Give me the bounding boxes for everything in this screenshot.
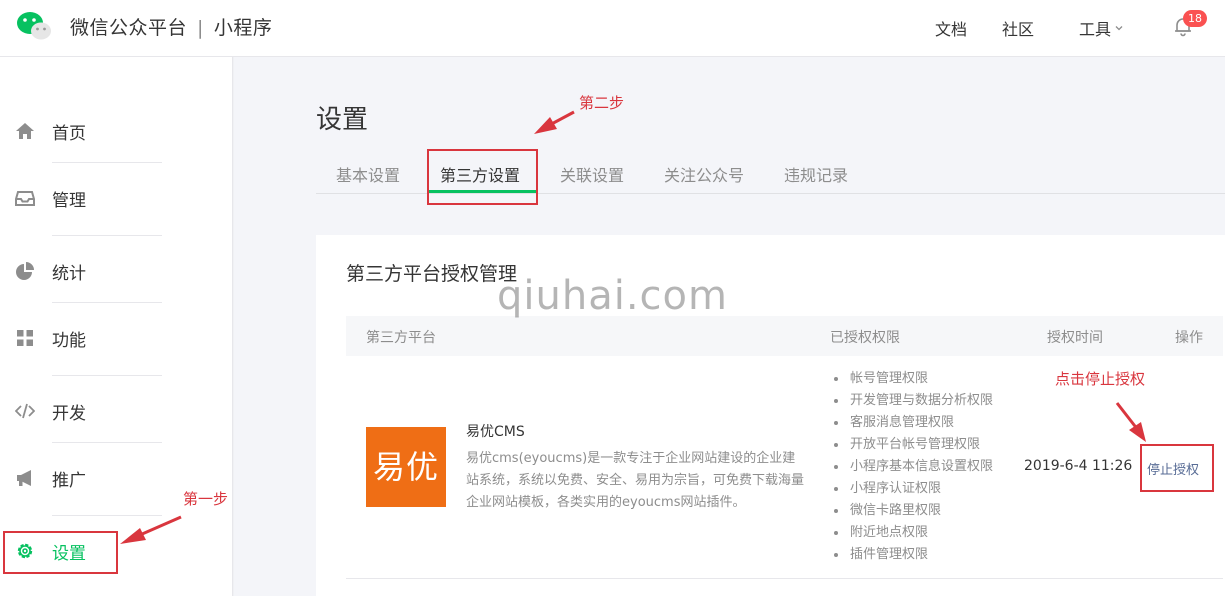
megaphone-icon xyxy=(17,470,31,486)
home-icon xyxy=(16,123,34,139)
tab-follow-official-account[interactable]: 关注公众号 xyxy=(664,162,744,186)
app-description: 易优cms(eyoucms)是一款专注于企业网站建设的企业建站系统，系统以免费、… xyxy=(466,451,805,510)
annotation-step2: 第二步 xyxy=(579,94,625,112)
annotation-step1: 第一步 xyxy=(183,490,229,508)
list-item: 微信卡路里权限 xyxy=(833,500,993,522)
annotation-box-settings xyxy=(3,531,118,574)
sidebar-divider xyxy=(52,515,162,516)
list-item: 开放平台帐号管理权限 xyxy=(833,434,993,456)
sidebar-item-features[interactable]: 功能 xyxy=(0,313,232,363)
sidebar-divider xyxy=(52,375,162,376)
code-icon xyxy=(15,403,35,419)
tab-association-settings[interactable]: 关联设置 xyxy=(560,162,624,186)
list-item: 开发管理与数据分析权限 xyxy=(833,390,993,412)
top-header: 微信公众平台 | 小程序 文档 社区 工具 18 xyxy=(0,0,1225,57)
permission-list: 帐号管理权限 开发管理与数据分析权限 客服消息管理权限 开放平台帐号管理权限 小… xyxy=(833,368,993,566)
sidebar-item-develop[interactable]: 开发 xyxy=(0,386,232,436)
row-divider xyxy=(346,578,1223,579)
column-header-permissions: 已授权权限 xyxy=(830,330,900,346)
sidebar-divider xyxy=(52,235,162,236)
column-header-action: 操作 xyxy=(1175,330,1203,346)
nav-docs-link[interactable]: 文档 xyxy=(935,16,967,40)
sidebar-item-label: 管理 xyxy=(52,191,86,211)
authorization-card xyxy=(316,235,1225,596)
brand-separator: | xyxy=(197,17,204,39)
sidebar-item-label: 统计 xyxy=(52,264,86,284)
column-header-auth-time: 授权时间 xyxy=(1047,330,1103,346)
sidebar-divider xyxy=(52,302,162,303)
brand-title: 微信公众平台 | 小程序 xyxy=(70,13,272,40)
sidebar-item-label: 首页 xyxy=(52,124,86,144)
notification-badge: 18 xyxy=(1183,10,1207,27)
annotation-box-stop-auth xyxy=(1140,444,1214,492)
platform-name: 微信公众平台 xyxy=(70,17,188,39)
list-item: 小程序基本信息设置权限 xyxy=(833,456,993,478)
inbox-icon xyxy=(15,191,35,206)
list-item: 客服消息管理权限 xyxy=(833,412,993,434)
grid-icon xyxy=(17,330,33,346)
sidebar-item-manage[interactable]: 管理 xyxy=(0,173,232,223)
sidebar-item-stats[interactable]: 统计 xyxy=(0,246,232,296)
list-item: 小程序认证权限 xyxy=(833,478,993,500)
list-item: 帐号管理权限 xyxy=(833,368,993,390)
pie-chart-icon xyxy=(16,262,34,280)
card-title: 第三方平台授权管理 xyxy=(346,263,518,285)
auth-time: 2019-6-4 11:26 xyxy=(1024,458,1133,474)
page-title: 设置 xyxy=(316,105,369,135)
product-name: 小程序 xyxy=(213,17,273,39)
nav-tools-label: 工具 xyxy=(1079,20,1112,39)
sidebar-item-home[interactable]: 首页 xyxy=(0,106,232,156)
annotation-step3: 点击停止授权 xyxy=(1055,370,1146,388)
nav-tools-menu[interactable]: 工具 xyxy=(1079,16,1123,40)
annotation-box-third-party-tab xyxy=(427,149,538,205)
watermark: qiuhai.com xyxy=(497,273,728,319)
wechat-logo-icon[interactable] xyxy=(16,11,52,41)
nav-community-link[interactable]: 社区 xyxy=(1002,16,1034,40)
sidebar-item-label: 开发 xyxy=(52,404,86,424)
sidebar-divider xyxy=(52,162,162,163)
sidebar-item-label: 推广 xyxy=(52,471,86,491)
chevron-down-icon xyxy=(1115,26,1123,31)
app-logo: 易优 xyxy=(366,427,446,507)
tab-basic-settings[interactable]: 基本设置 xyxy=(336,162,400,186)
tab-violation-records[interactable]: 违规记录 xyxy=(784,162,848,186)
sidebar-divider xyxy=(52,442,162,443)
column-header-platform: 第三方平台 xyxy=(366,330,436,346)
list-item: 附近地点权限 xyxy=(833,522,993,544)
app-name: 易优CMS xyxy=(466,424,525,440)
list-item: 插件管理权限 xyxy=(833,544,993,566)
sidebar-item-label: 功能 xyxy=(52,331,86,351)
